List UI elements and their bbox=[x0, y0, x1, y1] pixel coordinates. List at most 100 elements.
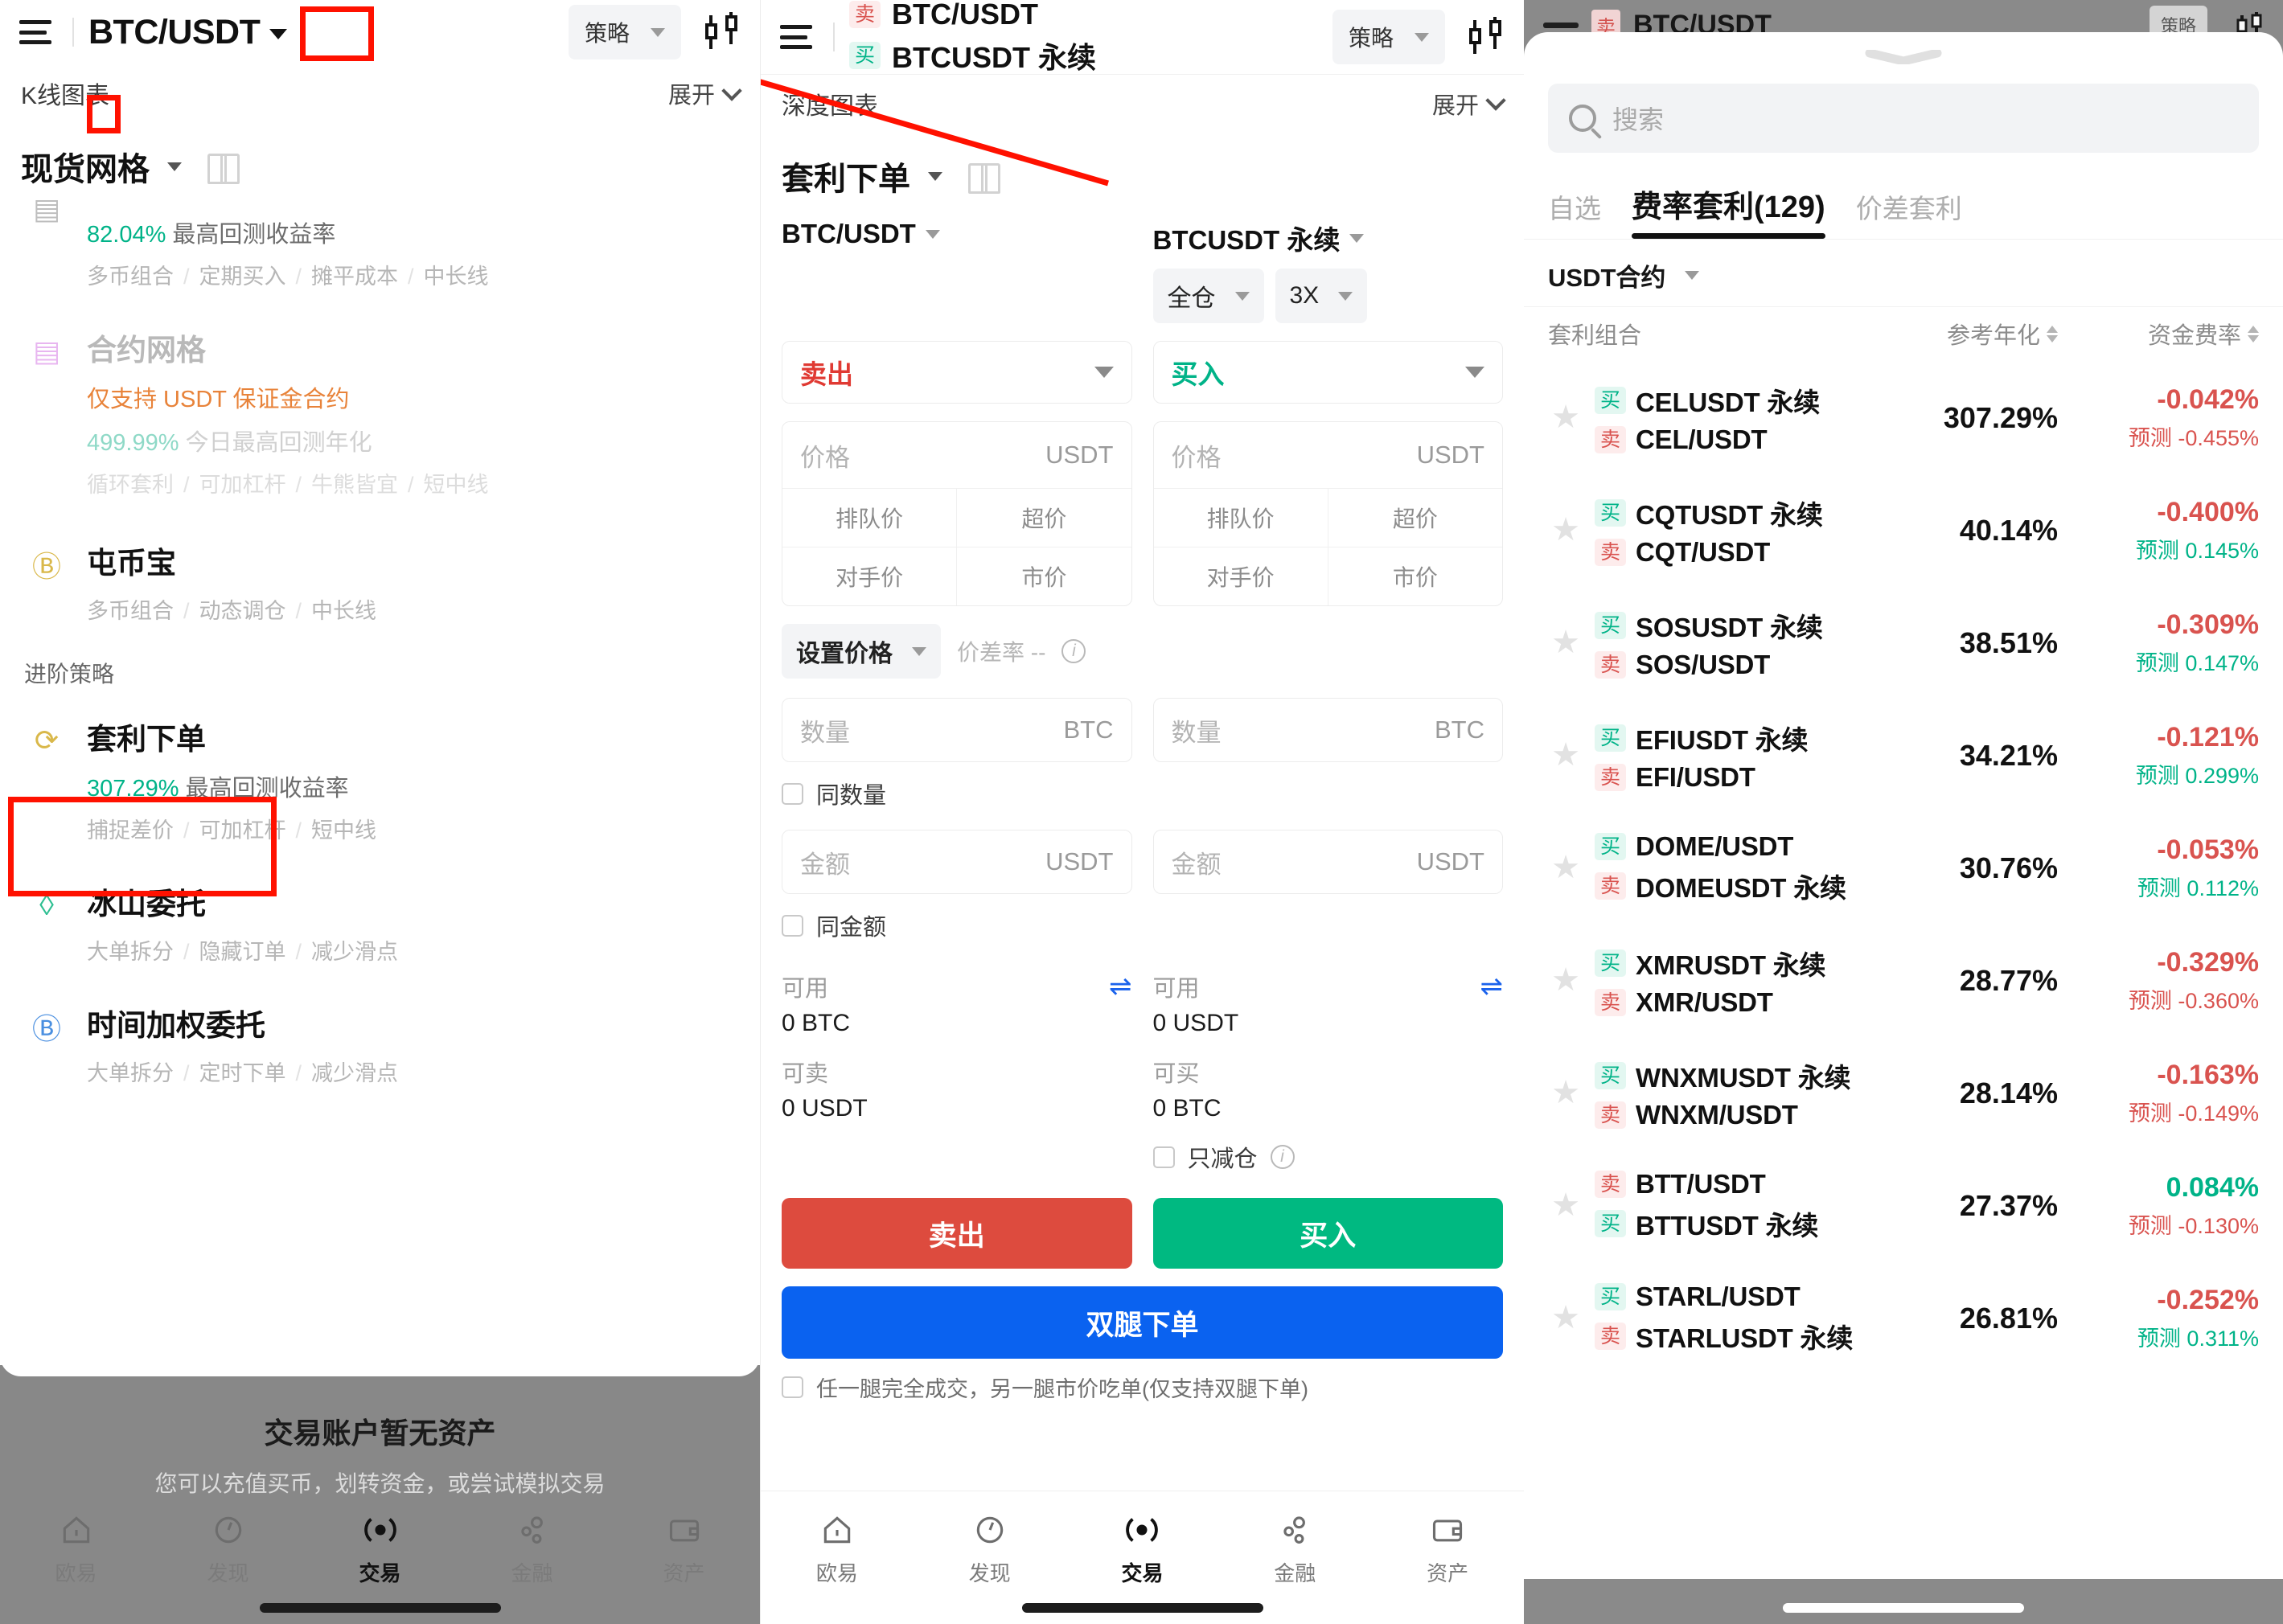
guide-book-icon[interactable] bbox=[207, 154, 240, 184]
tab-finance[interactable]: 金融 bbox=[472, 1507, 593, 1587]
strategy-button[interactable]: 策略 bbox=[1332, 10, 1445, 64]
leg2-amount-input[interactable]: 金额 USDT bbox=[1152, 830, 1503, 894]
strategy-name bbox=[87, 183, 736, 204]
tab-assets[interactable]: 资产 bbox=[1387, 1507, 1508, 1587]
leg-line-1: 买 WNXMUSDT 永续 bbox=[1595, 1056, 1873, 1095]
trade-icon bbox=[320, 1507, 441, 1552]
tab-favorites[interactable]: 自选 bbox=[1548, 187, 1601, 239]
table-row[interactable]: ★ 买 SOSUSDT 永续卖 SOS/USDT 38.51% -0.309% 预测 0.1… bbox=[1524, 587, 2283, 699]
table-row[interactable]: ★ 买 CQTUSDT 永续卖 CQT/USDT 40.14% -0.400% 预测 0.1… bbox=[1524, 474, 2283, 587]
leverage-button[interactable]: 3X bbox=[1275, 269, 1368, 323]
leg2-qty-input[interactable]: 数量 BTC bbox=[1152, 698, 1503, 762]
info-icon[interactable]: i bbox=[1061, 639, 1086, 663]
same-amount-checkbox[interactable]: 同金额 bbox=[782, 908, 1503, 942]
chevron-down-icon bbox=[1485, 90, 1506, 111]
list-item-arbitrage[interactable]: ⟳ 套利下单 307.29% 最高回测收益率 捕捉差价 / 可加杠杆 / 短中线 bbox=[0, 694, 760, 852]
menu-icon[interactable] bbox=[19, 20, 51, 44]
star-icon[interactable]: ★ bbox=[1548, 851, 1583, 886]
sheet-handle-icon[interactable] bbox=[1865, 50, 1942, 64]
set-price-button[interactable]: 设置价格 bbox=[782, 624, 941, 679]
chart-row[interactable]: K线图表 展开 bbox=[0, 64, 760, 122]
leg1-side-select[interactable]: 卖出 bbox=[782, 341, 1132, 404]
contract-type-filter[interactable]: USDT合约 bbox=[1548, 257, 1700, 293]
leg2-market-selector[interactable]: BTCUSDT 永续 全仓 3X bbox=[1152, 219, 1504, 323]
table-row[interactable]: ★ 卖 BTT/USDT 买 BTTUSDT 永续 27.37% 0.084% 预测 -0.1… bbox=[1524, 1150, 2283, 1262]
tab-home[interactable]: 欧易 bbox=[16, 1507, 137, 1587]
apr-value: 38.51% bbox=[1959, 626, 2058, 659]
table-row[interactable]: ★ 买 CELUSDT 永续卖 CEL/USDT 307.29% -0.042% 预测 -0… bbox=[1524, 362, 2283, 474]
leg-symbol: CQT/USDT bbox=[1636, 537, 1771, 567]
quick-counter-price[interactable]: 对手价 bbox=[782, 547, 956, 605]
reduce-only-checkbox[interactable]: 只减仓 i bbox=[1152, 1140, 1504, 1174]
column-apr[interactable]: 参考年化 bbox=[1873, 317, 2058, 351]
leg2-price-input[interactable]: 价格 USDT bbox=[1154, 422, 1503, 488]
quick-over-price[interactable]: 超价 bbox=[1327, 489, 1502, 547]
table-row[interactable]: ★ 买 DOME/USDT 卖 DOMEUSDT 永续 30.76% -0.053% 预测 0… bbox=[1524, 812, 2283, 925]
leg1-qty-input[interactable]: 数量 BTC bbox=[782, 698, 1132, 762]
qty-placeholder: 数量 bbox=[800, 718, 850, 747]
info-icon[interactable]: i bbox=[1270, 1145, 1295, 1169]
tab-trade[interactable]: 交易 bbox=[1082, 1507, 1202, 1587]
star-icon[interactable]: ★ bbox=[1548, 963, 1583, 999]
menu-icon[interactable] bbox=[780, 25, 812, 49]
table-row[interactable]: ★ 买 STARL/USDT 卖 STARLUSDT 永续 26.81% -0.252% 预测… bbox=[1524, 1262, 2283, 1375]
search-input[interactable]: 搜索 bbox=[1548, 84, 2259, 153]
tab-discover[interactable]: 发现 bbox=[930, 1507, 1050, 1587]
quick-market-price[interactable]: 市价 bbox=[956, 547, 1131, 605]
candlestick-icon[interactable] bbox=[1466, 17, 1505, 57]
tab-discover[interactable]: 发现 bbox=[168, 1507, 289, 1587]
same-qty-checkbox[interactable]: 同数量 bbox=[782, 777, 1503, 810]
list-item[interactable]: Ⓑ 时间加权委托 大单拆分 / 定时下单 / 减少滑点 bbox=[0, 974, 760, 1095]
quick-queue-price[interactable]: 排队价 bbox=[1154, 489, 1328, 547]
quick-market-price[interactable]: 市价 bbox=[1327, 547, 1502, 605]
leg1-amount-input[interactable]: 金额 USDT bbox=[782, 830, 1132, 894]
table-row[interactable]: ★ 买 WNXMUSDT 永续卖 WNXM/USDT 28.14% -0.163% 预测 -… bbox=[1524, 1037, 2283, 1150]
expand-toggle[interactable]: 展开 bbox=[1432, 87, 1506, 121]
column-funding[interactable]: 资金费率 bbox=[2058, 317, 2259, 351]
expand-toggle[interactable]: 展开 bbox=[668, 76, 742, 110]
both-legs-note-checkbox[interactable]: 任一腿完全成交，另一腿市价吃单(仅支持双腿下单) bbox=[782, 1372, 1503, 1403]
quick-counter-price[interactable]: 对手价 bbox=[1154, 547, 1328, 605]
star-icon[interactable]: ★ bbox=[1548, 513, 1583, 548]
star-icon[interactable]: ★ bbox=[1548, 625, 1583, 661]
star-icon[interactable]: ★ bbox=[1548, 738, 1583, 773]
tab-trade[interactable]: 交易 bbox=[320, 1507, 441, 1587]
transfer-icon[interactable]: ⇌ bbox=[1109, 973, 1132, 1000]
tab-finance[interactable]: 金融 bbox=[1234, 1507, 1355, 1587]
checkbox-icon bbox=[782, 1376, 803, 1398]
candlestick-icon[interactable] bbox=[702, 12, 741, 52]
quick-queue-price[interactable]: 排队价 bbox=[782, 489, 956, 547]
list-item[interactable]: Ⓑ 屯币宝 多币组合 / 动态调仓 / 中长线 bbox=[0, 506, 760, 633]
both-legs-button[interactable]: 双腿下单 bbox=[782, 1286, 1503, 1359]
leg1-market-selector[interactable]: BTC/USDT bbox=[782, 219, 1132, 296]
leg1-price-input[interactable]: 价格 USDT bbox=[782, 422, 1131, 488]
pair-selector[interactable]: BTC/USDT bbox=[88, 13, 288, 52]
star-icon[interactable]: ★ bbox=[1548, 1188, 1583, 1224]
table-row[interactable]: ★ 买 EFIUSDT 永续卖 EFI/USDT 34.21% -0.121% 预测 0.2… bbox=[1524, 699, 2283, 812]
pair-pair-selector[interactable]: 卖 BTC/USDT 买 BTCUSDT 永续 bbox=[849, 0, 1096, 76]
tab-home[interactable]: 欧易 bbox=[777, 1507, 897, 1587]
leg2-side-select[interactable]: 买入 bbox=[1152, 341, 1503, 404]
sell-button[interactable]: 卖出 bbox=[782, 1198, 1132, 1269]
tab-assets[interactable]: 资产 bbox=[624, 1507, 745, 1587]
star-icon[interactable]: ★ bbox=[1548, 1301, 1583, 1336]
strategy-type-selector[interactable]: 套利下单 bbox=[761, 132, 1524, 204]
leg1-price-box: 价格 USDT 排队价 超价 对手价 市价 bbox=[782, 421, 1132, 606]
list-item[interactable]: ▤ 合约网格 仅支持 USDT 保证金合约 499.99% 今日最高回测年化 循… bbox=[0, 298, 760, 506]
guide-book-icon[interactable] bbox=[968, 163, 1000, 194]
star-icon[interactable]: ★ bbox=[1548, 1076, 1583, 1111]
table-row[interactable]: ★ 买 XMRUSDT 永续卖 XMR/USDT 28.77% -0.329% 预测 -0.… bbox=[1524, 925, 2283, 1037]
quick-over-price[interactable]: 超价 bbox=[956, 489, 1131, 547]
tab-funding-arbitrage[interactable]: 费率套利(129) bbox=[1632, 182, 1825, 239]
combo-cell: 买 STARL/USDT 卖 STARLUSDT 永续 bbox=[1595, 1277, 1873, 1360]
list-item[interactable]: ▤ 82.04% 最高回测收益率 多币组合 / 定期买入 / 摊平成本 / 中长线 bbox=[0, 183, 760, 298]
margin-mode-button[interactable]: 全仓 bbox=[1152, 269, 1264, 323]
list-item[interactable]: ◊ 冰山委托 大单拆分 / 隐藏订单 / 减少滑点 bbox=[0, 852, 760, 974]
strategy-button[interactable]: 策略 bbox=[568, 5, 681, 59]
buy-button[interactable]: 买入 bbox=[1152, 1198, 1503, 1269]
transfer-icon[interactable]: ⇌ bbox=[1480, 973, 1504, 1000]
coin-icon: Ⓑ bbox=[31, 550, 61, 583]
depth-chart-row[interactable]: 深度图表 展开 bbox=[761, 74, 1524, 132]
tab-spread-arbitrage[interactable]: 价差套利 bbox=[1856, 187, 1962, 239]
star-icon[interactable]: ★ bbox=[1548, 400, 1583, 436]
